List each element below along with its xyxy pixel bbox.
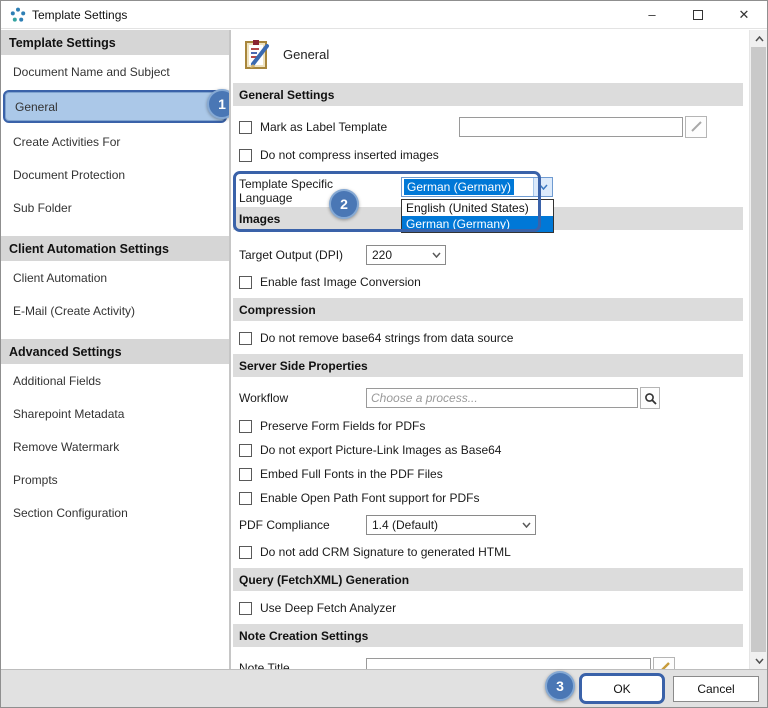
sidebar-item-section-configuration[interactable]: Section Configuration xyxy=(1,496,229,529)
template-language-dropdown[interactable]: German (Germany) xyxy=(401,177,553,197)
close-button[interactable]: ✕ xyxy=(721,1,767,28)
sidebar-item-remove-watermark[interactable]: Remove Watermark xyxy=(1,430,229,463)
label-template-input[interactable] xyxy=(459,117,683,137)
sidebar-item-general[interactable]: General 1 xyxy=(3,89,229,123)
no-crm-signature-checkbox[interactable] xyxy=(239,545,252,559)
edit-icon-disabled[interactable] xyxy=(685,116,707,138)
scrollbar-thumb[interactable] xyxy=(751,47,766,652)
step-badge-1: 1 xyxy=(207,89,229,119)
no-picture-link-checkbox[interactable] xyxy=(239,443,252,457)
mark-as-label-checkbox[interactable] xyxy=(239,120,252,134)
pdf-compliance-row: PDF Compliance 1.4 (Default) xyxy=(239,515,737,535)
sidebar-item-document-protection[interactable]: Document Protection xyxy=(1,158,229,191)
dialog-footer: 3 OK Cancel xyxy=(1,669,767,707)
section-header-query-generation: Query (FetchXML) Generation xyxy=(233,568,743,591)
sidebar-item-client-automation[interactable]: Client Automation xyxy=(1,261,229,294)
embed-fonts-checkbox[interactable] xyxy=(239,467,252,481)
page-header: General xyxy=(233,30,743,76)
vertical-scrollbar[interactable] xyxy=(749,30,767,669)
target-dpi-dropdown[interactable]: 220 xyxy=(366,245,446,265)
selected-language-value: German (Germany) xyxy=(404,179,515,195)
section-header-note-creation: Note Creation Settings xyxy=(233,624,743,647)
chevron-down-icon xyxy=(427,246,445,264)
template-settings-dialog: Template Settings – ✕ Template Settings … xyxy=(0,0,768,708)
no-compress-checkbox[interactable] xyxy=(239,148,252,162)
dotted-circle-icon xyxy=(10,7,26,22)
chevron-down-icon[interactable] xyxy=(533,178,552,196)
workflow-input[interactable] xyxy=(366,388,638,408)
pdf-compliance-dropdown[interactable]: 1.4 (Default) xyxy=(366,515,536,535)
mark-as-label-row: Mark as Label Template xyxy=(239,116,737,138)
preserve-form-fields-row: Preserve Form Fields for PDFs xyxy=(239,419,737,433)
language-dropdown-list: English (United States) German (Germany) xyxy=(401,199,554,233)
no-picture-link-row: Do not export Picture-Link Images as Bas… xyxy=(239,443,737,457)
ok-button[interactable]: OK xyxy=(583,677,661,700)
maximize-box-icon xyxy=(693,9,703,20)
no-compress-row: Do not compress inserted images xyxy=(239,148,737,162)
deep-fetch-row: Use Deep Fetch Analyzer xyxy=(239,601,737,615)
step-badge-3: 3 xyxy=(545,671,575,701)
section-header-server-side: Server Side Properties xyxy=(233,354,743,377)
scroll-down-icon[interactable] xyxy=(750,652,767,669)
fast-conversion-checkbox[interactable] xyxy=(239,275,252,289)
settings-sidebar: Template Settings Document Name and Subj… xyxy=(1,30,231,669)
sidebar-item-create-activities[interactable]: Create Activities For xyxy=(1,125,229,158)
settings-main-panel: General General Settings Mark as Label T… xyxy=(231,30,767,707)
sidebar-item-email-create-activity[interactable]: E-Mail (Create Activity) xyxy=(1,294,229,327)
section-header-general-settings: General Settings xyxy=(233,83,743,106)
cancel-button[interactable]: Cancel xyxy=(673,676,759,702)
sidebar-section-template-settings: Template Settings xyxy=(1,30,229,55)
minimize-button[interactable]: – xyxy=(629,1,675,28)
scroll-up-icon[interactable] xyxy=(750,30,767,47)
step-badge-2: 2 xyxy=(329,189,359,219)
page-title: General xyxy=(283,46,330,62)
no-crm-signature-row: Do not add CRM Signature to generated HT… xyxy=(239,545,737,559)
no-base64-row: Do not remove base64 strings from data s… xyxy=(239,331,737,345)
sidebar-item-sub-folder[interactable]: Sub Folder xyxy=(1,191,229,224)
maximize-button[interactable] xyxy=(675,1,721,28)
title-bar: Template Settings – ✕ xyxy=(1,1,767,29)
workflow-row: Workflow xyxy=(239,387,737,409)
search-icon[interactable] xyxy=(640,387,660,409)
target-dpi-row: Target Output (DPI) 220 xyxy=(239,245,737,265)
preserve-form-fields-checkbox[interactable] xyxy=(239,419,252,433)
sidebar-item-prompts[interactable]: Prompts xyxy=(1,463,229,496)
section-header-compression: Compression xyxy=(233,298,743,321)
sidebar-section-advanced: Advanced Settings xyxy=(1,339,229,364)
open-path-font-row: Enable Open Path Font support for PDFs xyxy=(239,491,737,505)
language-option-english[interactable]: English (United States) xyxy=(402,200,553,216)
language-option-german[interactable]: German (Germany) xyxy=(402,216,553,232)
no-base64-checkbox[interactable] xyxy=(239,331,252,345)
fast-conversion-row: Enable fast Image Conversion xyxy=(239,275,737,289)
template-language-zone: Images Template Specific Language German… xyxy=(233,171,743,233)
open-path-font-checkbox[interactable] xyxy=(239,491,252,505)
sidebar-item-document-name[interactable]: Document Name and Subject xyxy=(1,55,229,88)
window-title: Template Settings xyxy=(32,7,128,22)
clipboard-pencil-icon xyxy=(245,40,269,69)
sidebar-section-client-automation: Client Automation Settings xyxy=(1,236,229,261)
embed-fonts-row: Embed Full Fonts in the PDF Files xyxy=(239,467,737,481)
annotation-callout-3: OK xyxy=(579,673,665,704)
chevron-down-icon xyxy=(517,516,535,534)
sidebar-item-sharepoint-metadata[interactable]: Sharepoint Metadata xyxy=(1,397,229,430)
sidebar-item-additional-fields[interactable]: Additional Fields xyxy=(1,364,229,397)
deep-fetch-checkbox[interactable] xyxy=(239,601,252,615)
